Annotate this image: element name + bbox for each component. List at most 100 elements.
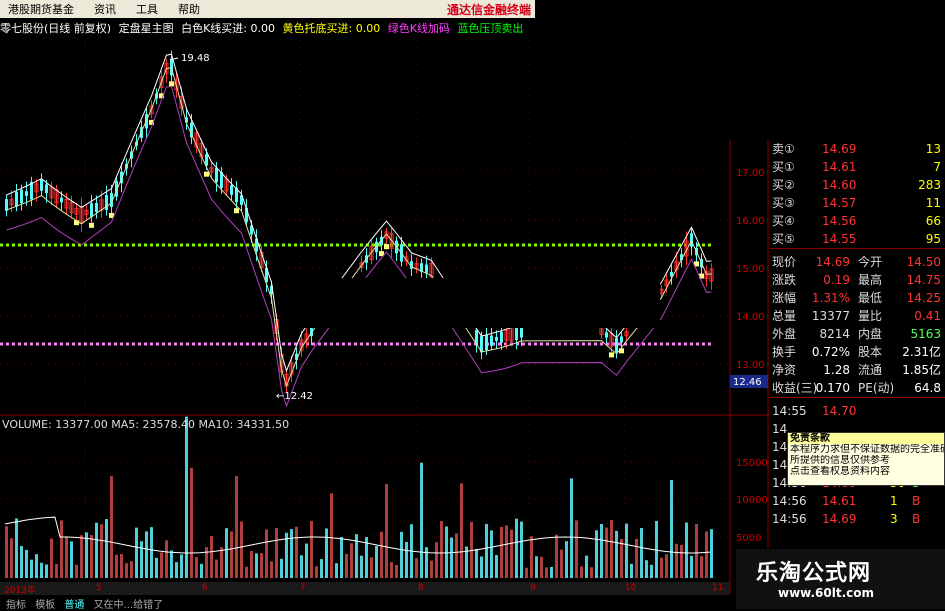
- stat-label: 今开: [858, 255, 883, 269]
- volume-bar: [555, 534, 558, 578]
- trade-row: 14:56 14.69 3 B: [770, 510, 945, 528]
- candle-down: [615, 337, 618, 353]
- order-volume: 283: [918, 178, 941, 192]
- volume-bar: [665, 554, 668, 578]
- menu-item-hk[interactable]: 港股期货基金: [8, 1, 74, 17]
- volume-bar: [690, 555, 693, 578]
- stat-value: 5163: [910, 327, 941, 341]
- tooltip-title: 免责条款: [788, 433, 944, 444]
- yellow-support-signal: 黄色托底买进: 0.00: [282, 22, 381, 35]
- tab-indicator[interactable]: 指标: [6, 600, 26, 611]
- yellow-signal-dot: [89, 222, 94, 228]
- candle-down: [45, 184, 48, 194]
- tab-template[interactable]: 模板: [35, 600, 55, 611]
- volume-bar: [160, 552, 163, 578]
- volume-bar: [545, 567, 548, 578]
- time-axis-label: 5: [96, 583, 102, 593]
- trade-price: 14.70: [822, 404, 857, 418]
- stat-label: 最高: [858, 273, 883, 287]
- volume-bar: [330, 493, 333, 578]
- trade-row: 14:55 14.70: [770, 402, 945, 420]
- stat-value: 14.50: [906, 255, 941, 269]
- volume-bar: [175, 562, 178, 578]
- blocked-region: [285, 278, 660, 328]
- tab-normal[interactable]: 普通: [64, 600, 84, 611]
- trade-price: 14.61: [822, 494, 857, 508]
- volume-bar: [360, 555, 363, 578]
- candle-down: [485, 335, 488, 350]
- volume-bar: [435, 542, 438, 578]
- volume-bar: [295, 526, 298, 578]
- volume-bar: [455, 533, 458, 578]
- time-axis-label: 2013年: [4, 586, 36, 596]
- volume-bar: [510, 529, 513, 578]
- time-axis: 2013年 5 6 7 8 9 10 11: [0, 582, 730, 596]
- menu-item-tools[interactable]: 工具: [136, 1, 158, 17]
- y-axis-tick: 14.00: [736, 312, 765, 323]
- trade-time: 14: [772, 440, 788, 454]
- candle-down: [20, 189, 23, 204]
- y-axis-tick: 15.00: [736, 264, 765, 275]
- candle-down: [60, 197, 63, 203]
- volume-bar: [315, 566, 318, 578]
- volume-bar: [225, 528, 228, 578]
- menu-item-help[interactable]: 帮助: [178, 1, 200, 17]
- candle-down: [105, 194, 108, 211]
- volume-bar: [560, 549, 563, 578]
- volume-header: VOLUME: 13377.00 MA5: 23578.40 MA10: 343…: [2, 418, 290, 431]
- stat-value: 14.69: [815, 255, 850, 269]
- volume-bar: [145, 531, 148, 578]
- app-brand: 通达信金融终端: [446, 2, 531, 17]
- volume-bar: [495, 555, 498, 578]
- volume-bar: [590, 567, 593, 578]
- volume-bar: [395, 565, 398, 578]
- volume-bar: [50, 538, 53, 578]
- volume-bar: [245, 566, 248, 578]
- candle-down: [620, 336, 623, 343]
- volume-bar: [515, 518, 518, 578]
- volume-bar: [350, 543, 353, 578]
- trade-time: 14:56: [772, 494, 807, 508]
- candle-down: [605, 332, 608, 338]
- trade-side: B: [912, 494, 921, 508]
- volume-bar: [345, 554, 348, 578]
- volume-bar: [415, 558, 418, 578]
- quote-stat-row: 现价 14.69 今开 14.50: [770, 253, 945, 271]
- volume-bar: [535, 556, 538, 578]
- volume-bar: [215, 559, 218, 578]
- volume-bar: [625, 523, 628, 578]
- tooltip-line: 本程序力求但不保证数据的完全准确: [790, 444, 944, 455]
- volume-bar: [645, 560, 648, 578]
- stat-value: 64.8: [914, 381, 941, 395]
- volume-bar: [25, 549, 28, 578]
- volume-bar: [650, 564, 653, 578]
- volume-bar: [70, 541, 73, 578]
- order-label: 买⑤: [772, 232, 795, 246]
- order-label: 买①: [772, 160, 795, 174]
- candle-down: [15, 191, 18, 207]
- yellow-signal-dot: [384, 244, 389, 250]
- volume-bar: [525, 567, 528, 578]
- volume-bar: [480, 556, 483, 578]
- volume-bar: [170, 550, 173, 578]
- order-price: 14.56: [822, 214, 857, 228]
- volume-bar: [250, 550, 253, 578]
- volume-bar: [390, 562, 393, 578]
- menu-bar: 港股期货基金 资讯 工具 帮助 通达信金融终端: [0, 0, 535, 18]
- stat-label: 外盘: [772, 327, 797, 341]
- order-label: 买②: [772, 178, 795, 192]
- volume-bar: [80, 535, 83, 578]
- volume-bar: [635, 538, 638, 578]
- low-label: ←12.42: [276, 391, 313, 402]
- disclaimer-tooltip[interactable]: 免责条款 本程序力求但不保证数据的完全准确 所提供的信息仅供参考 点击查看权息资…: [787, 432, 945, 486]
- volume-bar: [580, 566, 583, 578]
- menu-item-news[interactable]: 资讯: [94, 1, 116, 17]
- stat-label: 股本: [858, 345, 883, 359]
- volume-bar: [520, 521, 523, 578]
- candle-down: [230, 185, 233, 195]
- trade-volume: 3: [890, 512, 898, 526]
- volume-bar: [190, 467, 193, 578]
- order-volume: 11: [925, 196, 941, 210]
- volume-bar: [75, 564, 78, 578]
- volume-bar: [210, 535, 213, 578]
